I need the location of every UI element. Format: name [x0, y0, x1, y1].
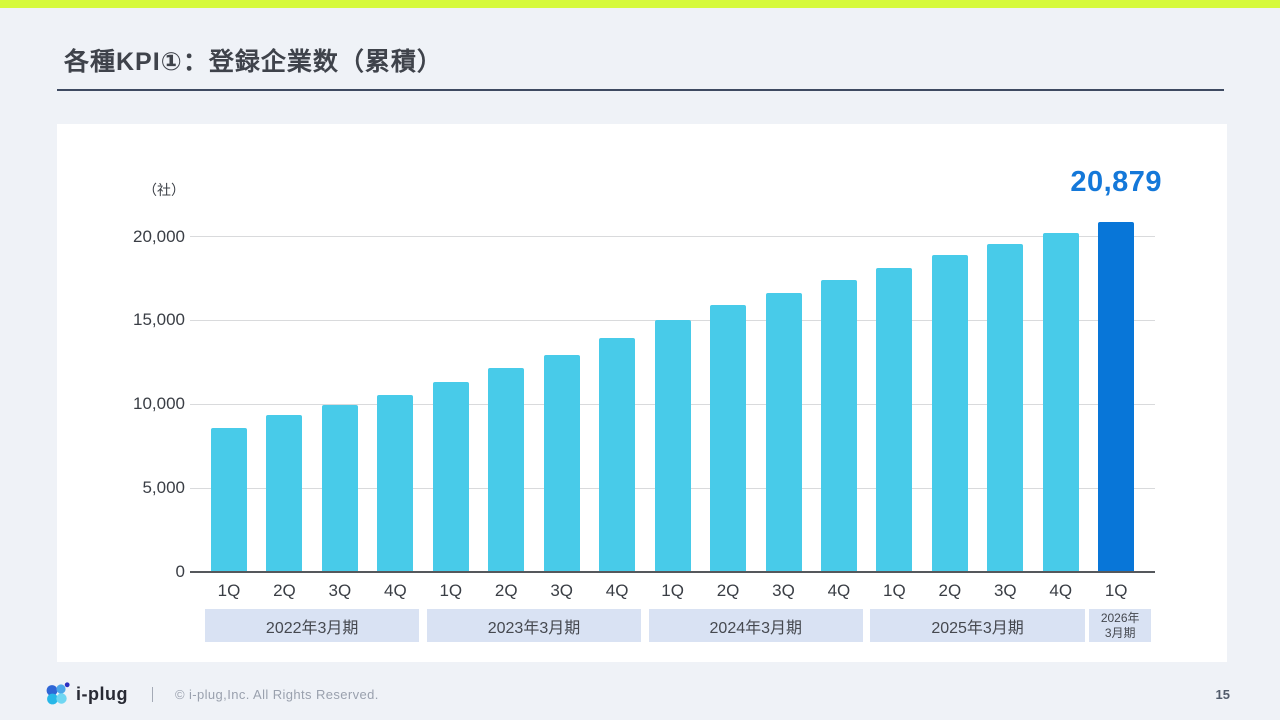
- bar: [211, 428, 247, 572]
- x-tick-label: 4Q: [1039, 581, 1083, 601]
- x-tick-label: 1Q: [872, 581, 916, 601]
- x-tick-label: 2Q: [928, 581, 972, 601]
- x-tick-label: 3Q: [983, 581, 1027, 601]
- footer-separator: ｜: [145, 684, 160, 705]
- bar: [932, 255, 968, 572]
- bar: [322, 405, 358, 572]
- bar: [876, 268, 912, 572]
- x-tick-label: 1Q: [429, 581, 473, 601]
- bar: [821, 280, 857, 572]
- x-tick-label: 2Q: [262, 581, 306, 601]
- x-tick-label: 3Q: [540, 581, 584, 601]
- bar-highlighted: [1098, 222, 1134, 572]
- bar: [766, 293, 802, 572]
- x-tick-label: 2Q: [484, 581, 528, 601]
- x-tick-label: 1Q: [1094, 581, 1138, 601]
- x-tick-label: 4Q: [373, 581, 417, 601]
- page-title: 各種KPI①：登録企業数（累積）: [64, 42, 443, 78]
- bar: [544, 355, 580, 572]
- bar: [377, 395, 413, 572]
- top-accent-bar: [0, 0, 1280, 8]
- fiscal-year-band: 2025年3月期: [870, 609, 1084, 642]
- fiscal-year-band: 2024年3月期: [649, 609, 863, 642]
- i-plug-logo-icon: [44, 681, 71, 708]
- copyright-text: © i-plug,Inc. All Rights Reserved.: [175, 687, 379, 702]
- chart-card: （社） 20,879 0 5,000 10,000 15,000 20,000 1Q 2Q 3…: [57, 124, 1227, 662]
- x-tick-label: 3Q: [762, 581, 806, 601]
- gridline: [190, 236, 1155, 237]
- bar: [1043, 233, 1079, 572]
- title-divider: [57, 89, 1224, 91]
- chart: （社） 20,879 0 5,000 10,000 15,000 20,000 1Q 2Q 3…: [57, 124, 1227, 662]
- footer: i-plug ｜ © i-plug,Inc. All Rights Reserv…: [44, 674, 379, 714]
- value-callout: 20,879: [1036, 166, 1196, 199]
- page-number: 15: [1216, 687, 1230, 702]
- y-tick-label: 20,000: [75, 227, 185, 247]
- bar: [433, 382, 469, 572]
- y-tick-label: 0: [75, 562, 185, 582]
- bar: [599, 338, 635, 572]
- bar: [266, 415, 302, 572]
- fiscal-year-band: 2022年3月期: [205, 609, 419, 642]
- bar: [710, 305, 746, 572]
- y-axis-unit-label: （社）: [75, 180, 185, 200]
- fiscal-year-band: 2023年3月期: [427, 609, 641, 642]
- fiscal-year-band: 2026年 3月期: [1089, 609, 1151, 642]
- logo-wordmark: i-plug: [76, 684, 128, 705]
- bar: [987, 244, 1023, 572]
- bar: [655, 320, 691, 572]
- x-tick-label: 4Q: [595, 581, 639, 601]
- x-tick-label: 1Q: [651, 581, 695, 601]
- x-axis-line: [190, 571, 1155, 573]
- y-tick-label: 15,000: [75, 310, 185, 330]
- x-tick-label: 2Q: [706, 581, 750, 601]
- x-tick-label: 1Q: [207, 581, 251, 601]
- y-tick-label: 10,000: [75, 394, 185, 414]
- bar: [488, 368, 524, 572]
- x-tick-label: 4Q: [817, 581, 861, 601]
- x-tick-label: 3Q: [318, 581, 362, 601]
- y-tick-label: 5,000: [75, 478, 185, 498]
